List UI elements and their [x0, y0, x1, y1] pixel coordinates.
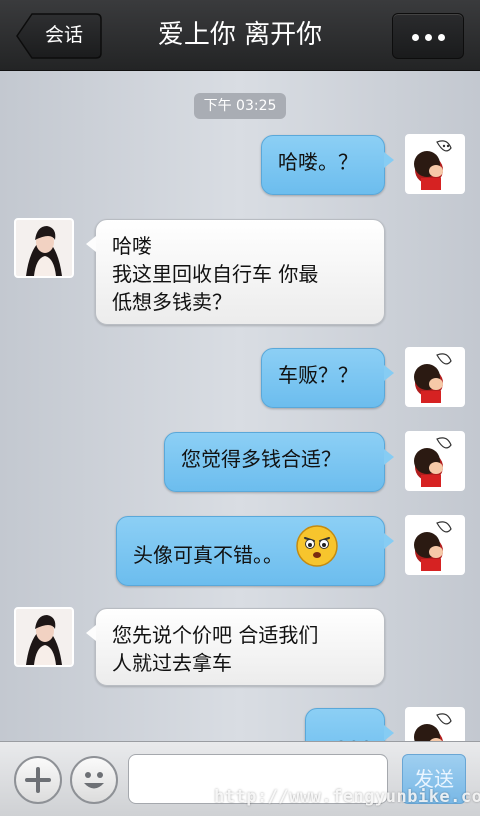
message-bubble-sent[interactable]: 哈喽。？ [261, 135, 394, 195]
message-text: 车贩？？ [278, 363, 358, 387]
plus-icon [25, 767, 51, 793]
my-avatar[interactable] [405, 431, 465, 491]
my-avatar[interactable] [405, 134, 465, 194]
contact-avatar[interactable] [14, 218, 74, 278]
my-avatar[interactable] [405, 347, 465, 407]
back-button-label: 会话 [44, 24, 83, 46]
contact-avatar[interactable] [14, 607, 74, 667]
my-avatar[interactable] [405, 707, 465, 741]
emoji-button[interactable] [70, 756, 118, 804]
cartoon-avatar-icon [407, 709, 463, 741]
message-bubble-sent[interactable]: 您觉得多钱合适？ [164, 432, 394, 492]
my-avatar[interactable] [405, 515, 465, 575]
cartoon-avatar-icon [407, 517, 463, 573]
message-text: 您先说个价吧 合适我们 [112, 623, 319, 647]
page-title: 爱上你 离开你 [157, 20, 323, 50]
plus-button[interactable] [14, 756, 62, 804]
message-list[interactable]: 下午 03:25 哈喽。？ 哈喽 我这里回收自行车 你最 低想多钱卖？ 车贩？？… [0, 71, 480, 741]
woman-photo-avatar-icon [16, 609, 72, 665]
more-menu-button[interactable] [392, 13, 464, 59]
message-text: 哈喽 [112, 234, 152, 258]
message-text: 我这里回收自行车 你最 [112, 262, 319, 286]
message-bubble-sent[interactable]: 4800 [305, 708, 394, 741]
message-bubble-sent[interactable]: 车贩？？ [261, 348, 394, 408]
cartoon-avatar-icon [407, 136, 463, 192]
message-text: 头像可真不错。。 [133, 543, 283, 567]
more-dots-icon [425, 34, 432, 41]
nav-bar: 会话 爱上你 离开你 [0, 0, 480, 71]
back-button[interactable]: 会话 [16, 13, 102, 59]
message-bubble-received[interactable]: 哈喽 我这里回收自行车 你最 低想多钱卖？ [86, 219, 385, 325]
cartoon-avatar-icon [407, 433, 463, 489]
shocked-face-icon [296, 525, 339, 567]
more-dots-icon [438, 34, 445, 41]
message-bubble-sent[interactable]: 头像可真不错。。 [116, 516, 394, 586]
smiley-icon [84, 772, 104, 789]
message-text: 人就过去拿车 [112, 651, 232, 675]
more-dots-icon [412, 34, 419, 41]
woman-photo-avatar-icon [16, 220, 72, 276]
message-text: 哈喽。？ [278, 150, 358, 174]
timestamp-badge: 下午 03:25 [194, 93, 286, 119]
watermark-text: http://www.fengyunbike.com [214, 787, 480, 807]
message-text: 低想多钱卖？ [112, 290, 232, 314]
message-text: 您觉得多钱合适？ [181, 447, 341, 471]
cartoon-avatar-icon [407, 349, 463, 405]
message-bubble-received[interactable]: 您先说个价吧 合适我们 人就过去拿车 [86, 608, 385, 686]
